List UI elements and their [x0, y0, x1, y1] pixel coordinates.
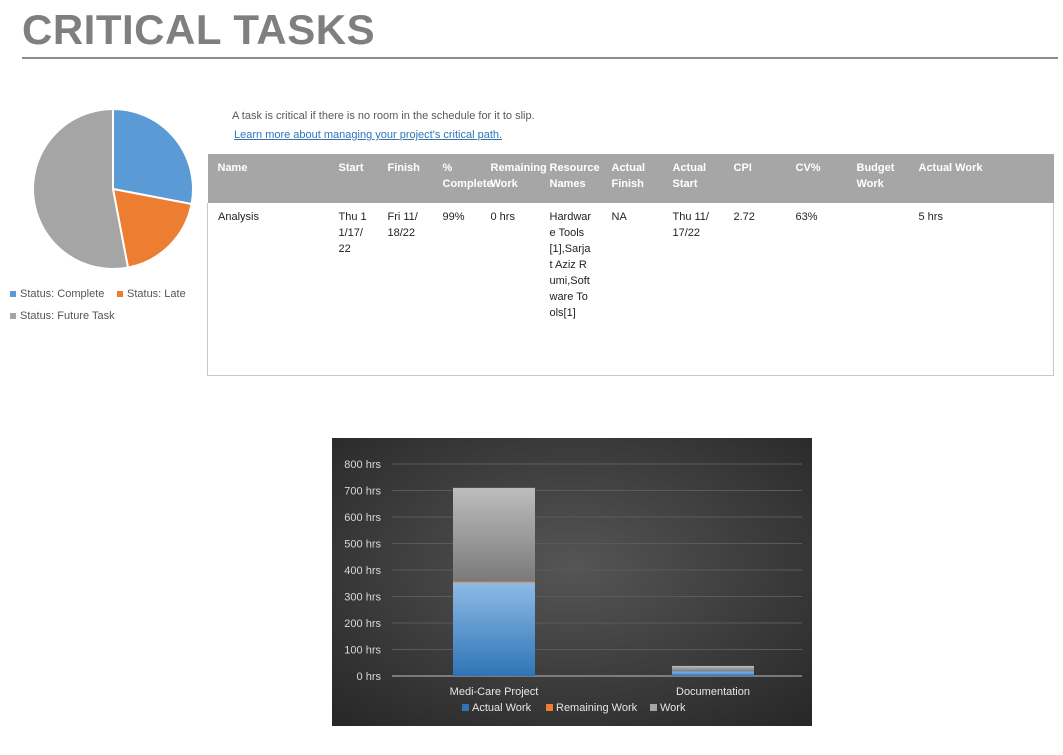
legend-swatch-late — [117, 291, 123, 298]
y-tick-label: 700 hrs — [344, 486, 381, 498]
legend-late: Status: Late — [117, 288, 186, 300]
cell-actual-finish: NA — [601, 203, 663, 376]
cell-start: Thu 11/17/22 — [328, 203, 378, 376]
cell-percent-complete: 99% — [432, 203, 481, 376]
legend-complete: Status: Complete — [10, 288, 104, 300]
cell-remaining-work: 0 hrs — [480, 203, 540, 376]
legend-label-complete: Status: Complete — [20, 288, 105, 300]
col-resource-names[interactable]: Resource Names — [539, 154, 602, 203]
legend-label-late: Status: Late — [127, 288, 186, 300]
y-tick-label: 0 hrs — [357, 671, 382, 683]
bar-chart-svg: 0 hrs 100 hrs 200 hrs 300 hrs 400 hrs 500 hrs… — [332, 438, 812, 726]
bar-work — [672, 665, 754, 672]
legend-label-future: Status: Future Task — [20, 310, 115, 322]
work-bar-chart: 0 hrs 100 hrs 200 hrs 300 hrs 400 hrs 500 hrs… — [332, 438, 812, 726]
y-tick-label: 400 hrs — [344, 565, 381, 577]
page-title: CRITICAL TASKS — [22, 6, 376, 53]
cell-finish: Fri 11/18/22 — [377, 203, 433, 376]
learn-more-link[interactable]: Learn more about managing your project's… — [234, 129, 502, 141]
x-category-label: Documentation — [676, 686, 750, 698]
y-tick-label: 100 hrs — [344, 645, 381, 657]
pie-svg — [32, 107, 194, 270]
col-actual-finish[interactable]: Actual Finish — [601, 154, 663, 203]
cell-cpi: 2.72 — [723, 203, 786, 376]
col-start[interactable]: Start — [328, 154, 378, 203]
title-divider — [22, 57, 1058, 59]
cell-resource-names: Hardware Tools[1],Sarjat Aziz Rumi,Softw… — [539, 203, 602, 376]
bar-work — [453, 487, 535, 582]
y-tick-label: 300 hrs — [344, 592, 381, 604]
legend-swatch — [546, 704, 553, 711]
col-finish[interactable]: Finish — [377, 154, 433, 203]
legend-label: Remaining Work — [556, 702, 638, 714]
col-actual-work[interactable]: Actual Work — [908, 154, 1054, 203]
legend-label: Actual Work — [472, 702, 532, 714]
pie-slice-complete — [112, 107, 194, 206]
col-actual-start[interactable]: Actual Start — [662, 154, 724, 203]
table-row[interactable]: Analysis Thu 11/17/22 Fri 11/18/22 99% 0… — [207, 203, 1054, 376]
status-pie-chart — [30, 107, 196, 274]
critical-tasks-table: Name Start Finish % Complete Remaining W… — [207, 154, 1054, 376]
legend-swatch-future — [10, 313, 16, 320]
x-category-label: Medi-Care Project — [450, 686, 539, 698]
bar-remaining-work — [453, 581, 535, 583]
legend-swatch — [462, 704, 469, 711]
y-tick-label: 800 hrs — [344, 459, 381, 471]
col-cpi[interactable]: CPI — [723, 154, 786, 203]
legend-swatch-complete — [10, 291, 16, 298]
cell-name: Analysis — [207, 203, 329, 376]
cell-actual-start: Thu 11/17/22 — [662, 203, 724, 376]
bar-actual-work — [672, 671, 754, 676]
pie-slice-future-task — [32, 107, 130, 270]
col-percent-complete[interactable]: % Complete — [432, 154, 493, 203]
y-tick-label: 500 hrs — [344, 539, 381, 551]
col-name[interactable]: Name — [207, 154, 329, 203]
table-header-row: Name Start Finish % Complete Remaining W… — [207, 154, 1054, 203]
bar-actual-work — [453, 581, 535, 676]
cell-actual-work: 5 hrs — [908, 203, 1054, 376]
col-budget-work[interactable]: Budget Work — [846, 154, 909, 203]
y-tick-label: 600 hrs — [344, 512, 381, 524]
cell-budget-work — [846, 203, 909, 376]
cell-cv-percent: 63% — [785, 203, 847, 376]
col-cv-percent[interactable]: CV% — [785, 154, 847, 203]
y-tick-label: 200 hrs — [344, 618, 381, 630]
legend-future: Status: Future Task — [10, 310, 115, 322]
legend-swatch — [650, 704, 657, 711]
critical-description: A task is critical if there is no room i… — [232, 110, 535, 122]
legend-label: Work — [660, 702, 686, 714]
